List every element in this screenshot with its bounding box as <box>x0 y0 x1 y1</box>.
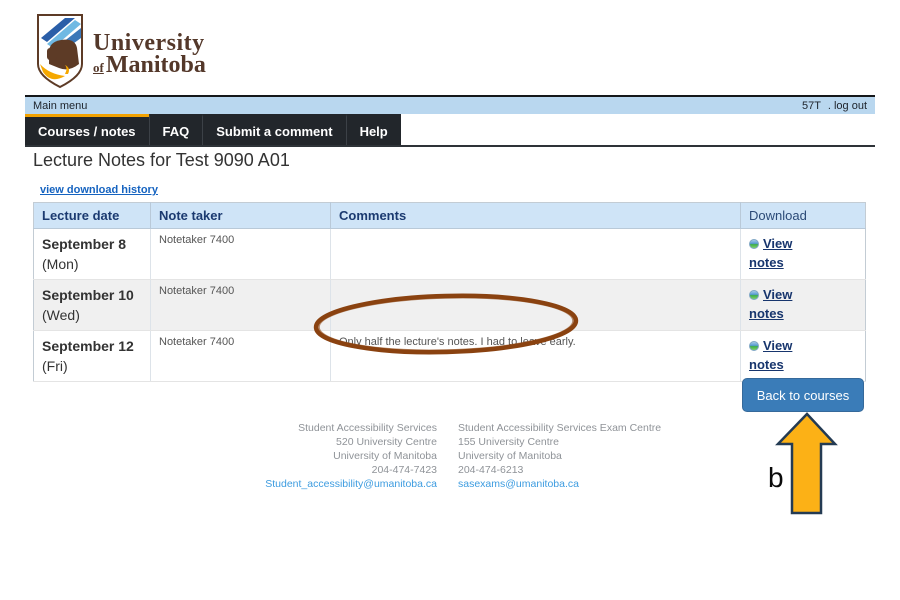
back-to-courses-button[interactable]: Back to courses <box>742 378 864 412</box>
tab-faq[interactable]: FAQ <box>149 114 203 145</box>
note-taker-cell: Notetaker 7400 <box>151 229 331 280</box>
footer-exam-centre: Student Accessibility Services Exam Cent… <box>458 421 698 491</box>
separator-dot: . <box>828 100 831 112</box>
navigation-tab-bar: Courses / notes FAQ Submit a comment Hel… <box>25 114 875 147</box>
view-download-history-link[interactable]: view download history <box>40 184 158 196</box>
footer-phone: 204-474-7423 <box>237 463 437 477</box>
footer-email-link[interactable]: sasexams@umanitoba.ca <box>458 478 579 490</box>
column-header-comments: Comments <box>331 203 741 229</box>
footer-line: Student Accessibility Services Exam Cent… <box>458 421 698 435</box>
annotation-label-b: b <box>768 462 784 494</box>
logo-line1: University <box>93 32 206 54</box>
view-notes-link[interactable]: View notes <box>749 234 809 272</box>
username-label: 57T <box>802 100 821 112</box>
tab-strip: Courses / notes FAQ Submit a comment Hel… <box>25 114 401 145</box>
logout-link[interactable]: log out <box>834 100 867 112</box>
view-notes-link[interactable]: View notes <box>749 285 809 323</box>
notes-file-icon <box>749 239 759 249</box>
logo-wordmark: University ofManitoba <box>93 32 206 79</box>
tab-courses-notes[interactable]: Courses / notes <box>25 114 149 145</box>
university-of-manitoba-logo: University ofManitoba <box>35 12 206 90</box>
download-cell: View notes <box>741 280 866 331</box>
notes-file-icon <box>749 290 759 300</box>
download-cell: View notes <box>741 331 866 382</box>
column-header-download: Download <box>741 203 866 229</box>
lecture-date-cell: September 10 (Wed) <box>34 280 151 331</box>
lecture-date-cell: September 12 (Fri) <box>34 331 151 382</box>
um-crest-icon <box>35 12 85 90</box>
up-arrow-annotation <box>774 412 838 516</box>
user-session-area: 57T . log out <box>798 100 867 112</box>
footer-line: Student Accessibility Services <box>237 421 437 435</box>
footer-phone: 204-474-6213 <box>458 463 698 477</box>
table-row: September 8 (Mon) Notetaker 7400 View no… <box>34 229 866 280</box>
column-header-note-taker: Note taker <box>151 203 331 229</box>
footer-line: 520 University Centre <box>237 435 437 449</box>
logo-line2: ofManitoba <box>93 54 206 79</box>
note-taker-cell: Notetaker 7400 <box>151 331 331 382</box>
download-cell: View notes <box>741 229 866 280</box>
page-title: Lecture Notes for Test 9090 A01 <box>33 150 290 171</box>
footer-line: 155 University Centre <box>458 435 698 449</box>
footer-email-link[interactable]: Student_accessibility@umanitoba.ca <box>265 478 437 490</box>
comments-cell <box>331 229 741 280</box>
main-menu-link[interactable]: Main menu <box>33 100 87 112</box>
tab-help[interactable]: Help <box>346 114 401 145</box>
tab-submit-comment[interactable]: Submit a comment <box>202 114 345 145</box>
lecture-date-cell: September 8 (Mon) <box>34 229 151 280</box>
comment-circle-annotation <box>309 287 583 360</box>
notes-file-icon <box>749 341 759 351</box>
note-taker-cell: Notetaker 7400 <box>151 280 331 331</box>
footer-line: University of Manitoba <box>237 449 437 463</box>
view-notes-link[interactable]: View notes <box>749 336 809 374</box>
table-header-row: Lecture date Note taker Comments Downloa… <box>34 203 866 229</box>
main-menu-bar: Main menu 57T . log out <box>25 95 875 114</box>
column-header-lecture-date: Lecture date <box>34 203 151 229</box>
footer-accessibility-services: Student Accessibility Services 520 Unive… <box>237 421 437 491</box>
footer-line: University of Manitoba <box>458 449 698 463</box>
